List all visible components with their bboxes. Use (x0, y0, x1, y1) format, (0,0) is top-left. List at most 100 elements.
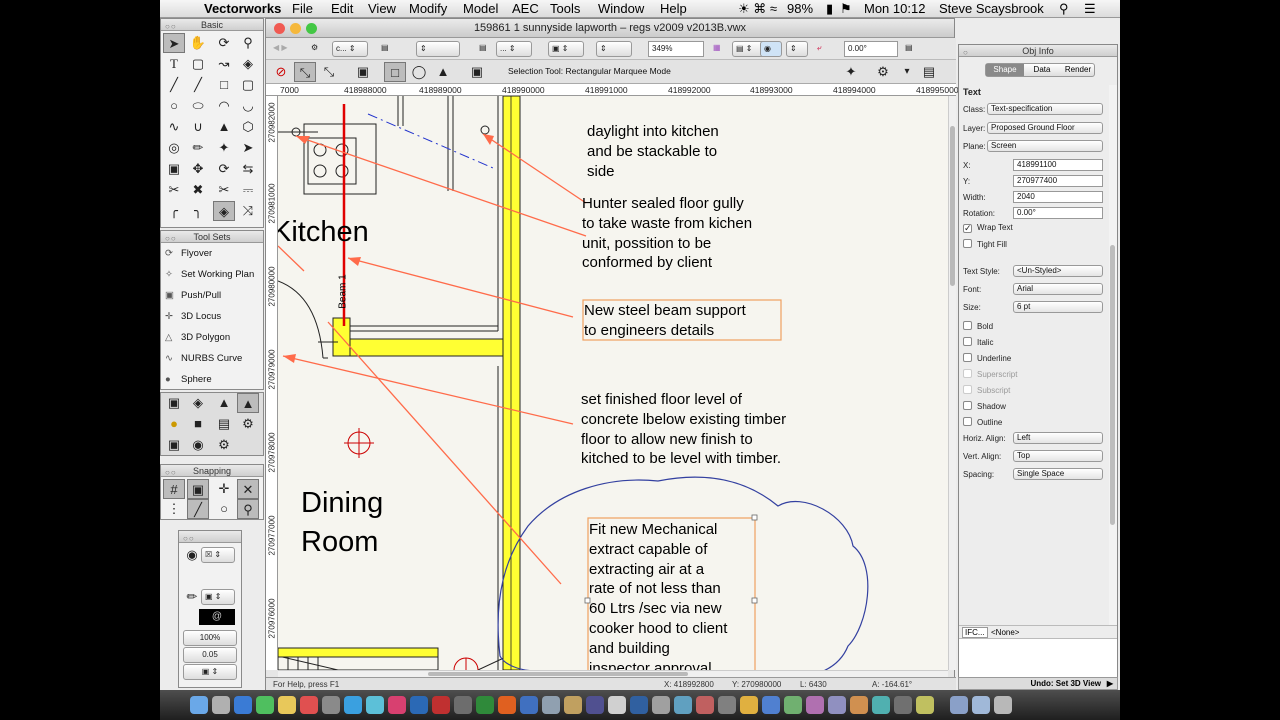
chevron-down-icon[interactable]: ▾ (896, 62, 918, 82)
finder-icon[interactable] (190, 696, 208, 714)
font-popup[interactable]: Arial (1013, 283, 1103, 295)
fill-style-popup[interactable]: ☒ ⇕ (201, 547, 235, 563)
gear-set-icon[interactable]: ⚙ (213, 435, 235, 455)
messages-icon[interactable] (366, 696, 384, 714)
text-style-popup[interactable]: <Un-Styled> (1013, 265, 1103, 277)
dimension-tool-icon[interactable]: ↝ (213, 54, 235, 74)
app-icon-3[interactable] (586, 696, 604, 714)
double-line-tool-icon[interactable]: ╱ (187, 75, 209, 95)
pen-icon[interactable]: ✏ (181, 587, 203, 607)
spotlight-icon[interactable]: ⚲ (1059, 1, 1069, 17)
mirror-line-tool-icon[interactable]: ⤨ (237, 201, 259, 221)
mode-transform-icon[interactable]: ⤡ (318, 62, 340, 82)
downloads-stack-icon[interactable] (972, 696, 990, 714)
snap-intersection-icon[interactable]: ✕ (237, 479, 259, 499)
render-mode-icon[interactable]: ◉ (760, 41, 782, 57)
render-popup[interactable]: ▣ ⇕ (548, 41, 584, 57)
tool-push-pull[interactable]: ▣ Push/Pull (165, 290, 221, 301)
rounded-rect-tool-icon[interactable]: ▢ (237, 75, 259, 95)
pen-color-swatch[interactable]: @ (199, 609, 235, 625)
app-icon-15[interactable] (872, 696, 890, 714)
sheet-icon[interactable]: ▤ (476, 41, 490, 57)
spiral-tool-icon[interactable]: ◎ (163, 138, 185, 158)
trash-icon[interactable] (994, 696, 1012, 714)
documents-stack-icon[interactable] (950, 696, 968, 714)
spacing-popup[interactable]: Single Space (1013, 468, 1103, 480)
rotate-plan-icon[interactable]: ⤶ (814, 41, 842, 57)
safari-icon[interactable] (234, 696, 252, 714)
arrowhead-popup[interactable]: ▣ ⇕ (183, 664, 237, 680)
app-icon-7[interactable] (696, 696, 714, 714)
angle-field[interactable]: 0.00° (844, 41, 898, 57)
menu-tools[interactable]: Tools (550, 1, 580, 16)
rect-marquee-icon[interactable]: □ (384, 62, 406, 82)
tool-3d-locus[interactable]: ✛ 3D Locus (165, 311, 221, 322)
app-menu[interactable]: Vectorworks (204, 1, 281, 16)
ifc-button[interactable]: IFC... (962, 627, 988, 638)
user-name[interactable]: Steve Scaysbrook (939, 1, 1044, 16)
app-icon-8[interactable] (718, 696, 736, 714)
flip-popup[interactable]: ⇕ (786, 41, 808, 57)
tool-sphere[interactable]: ● Sphere (165, 374, 212, 385)
rotate-tool-icon[interactable]: ⟳ (213, 159, 235, 179)
clock[interactable]: Mon 10:12 (864, 1, 925, 16)
size-popup[interactable]: 6 pt (1013, 301, 1103, 313)
tool-nurbs-curve[interactable]: ∿ NURBS Curve (165, 353, 242, 364)
dims-set-icon[interactable]: ◈ (187, 393, 209, 413)
lasso-marquee-icon[interactable]: ◯ (408, 62, 430, 82)
notes-icon[interactable] (278, 696, 296, 714)
settings-gear-icon[interactable]: ⚙ (872, 62, 894, 82)
move-tool-icon[interactable]: ✥ (187, 159, 209, 179)
rotation-field[interactable]: 0.00° (1013, 207, 1103, 219)
horizontal-scrollbar[interactable] (278, 670, 948, 677)
oval-tool-icon[interactable]: ⬭ (187, 96, 209, 116)
app-icon-12[interactable] (806, 696, 824, 714)
flyover-tool-icon[interactable]: ⟳ (213, 33, 235, 53)
projection-popup[interactable]: ⇕ (596, 41, 632, 57)
minimize-button[interactable] (290, 23, 301, 34)
light-set-icon[interactable]: ● (163, 414, 185, 434)
app-icon-13[interactable] (828, 696, 846, 714)
eraser-tool-icon[interactable]: ◈ (213, 201, 235, 221)
app-icon-16[interactable] (894, 696, 912, 714)
split-tool-icon[interactable]: ✂ (163, 180, 185, 200)
app-icon-9[interactable] (740, 696, 758, 714)
app-icon-6[interactable] (674, 696, 692, 714)
menu-model[interactable]: Model (463, 1, 498, 16)
italic-checkbox[interactable]: Italic (963, 337, 993, 347)
vertical-scroll-thumb[interactable] (950, 126, 955, 286)
zoom-field[interactable]: 349% (648, 41, 704, 57)
tight-fill-checkbox[interactable]: Tight Fill (963, 239, 1007, 249)
polygon-tool-icon[interactable]: ▲ (213, 117, 235, 137)
menu-modify[interactable]: Modify (409, 1, 447, 16)
freehand-tool-icon[interactable]: ∿ (163, 117, 185, 137)
app-icon-10[interactable] (762, 696, 780, 714)
layer-popup[interactable]: Proposed Ground Floor (987, 122, 1103, 134)
regular-polygon-tool-icon[interactable]: ⬡ (237, 117, 259, 137)
detailing-set-icon[interactable]: ⚙ (237, 414, 259, 434)
snap-distance-icon[interactable]: ⋮ (163, 499, 185, 519)
menu-file[interactable]: File (292, 1, 313, 16)
shadow-checkbox[interactable]: Shadow (963, 401, 1006, 411)
menu-window[interactable]: Window (598, 1, 644, 16)
class-popup[interactable]: Text-specification (987, 103, 1103, 115)
poly-marquee-icon[interactable]: ▲ (432, 62, 454, 82)
snap-point-icon[interactable]: ○ (213, 499, 235, 519)
visualization-set-icon[interactable]: ◉ (187, 435, 209, 455)
selection-tool-icon[interactable]: ➤ (163, 33, 185, 53)
opacity-field[interactable]: 100% (183, 630, 237, 646)
page-icon[interactable]: ▦ (710, 41, 724, 57)
layers-icon[interactable]: ▤ (378, 41, 392, 57)
site-set-icon[interactable]: ▤ (213, 414, 235, 434)
underline-checkbox[interactable]: Underline (963, 353, 1011, 363)
attribute-tool-icon[interactable]: ◈ (237, 54, 259, 74)
snap-tangent-icon[interactable]: ╱ (187, 499, 209, 519)
callout-tool-icon[interactable]: ▢ (187, 54, 209, 74)
note-steel-beam[interactable]: New steel beam support to engineers deta… (584, 301, 746, 341)
launchpad-icon[interactable] (212, 696, 230, 714)
mode-snap-icon[interactable]: ▣ (352, 62, 374, 82)
eyedropper-tool-icon[interactable]: ✏ (187, 138, 209, 158)
layer-popup[interactable]: ⇕ (416, 41, 460, 57)
tab-data[interactable]: Data (1026, 64, 1058, 76)
bold-checkbox[interactable]: Bold (963, 321, 993, 331)
